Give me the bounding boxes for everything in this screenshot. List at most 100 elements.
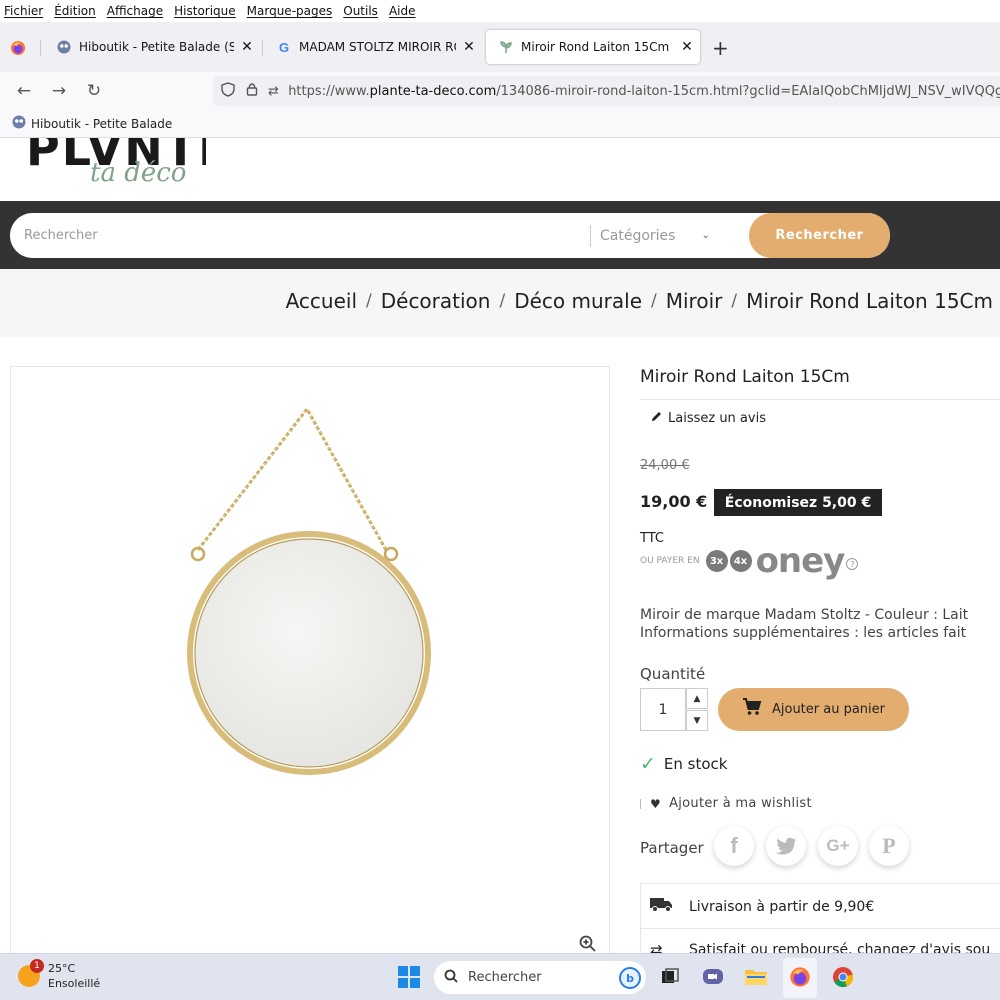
chevron-down-icon: ⌄ bbox=[701, 230, 710, 241]
facebook-share-button[interactable]: f bbox=[714, 826, 754, 866]
tax-label: TTC bbox=[640, 531, 664, 546]
twitter-share-button[interactable] bbox=[766, 826, 806, 866]
start-button[interactable] bbox=[398, 966, 420, 988]
new-tab-button[interactable]: + bbox=[712, 36, 729, 60]
quantity-increment[interactable]: ▲ bbox=[686, 688, 708, 709]
search-button[interactable]: Rechercher bbox=[749, 213, 890, 258]
tab-title: MADAM STOLTZ MIROIR ROND LA bbox=[299, 40, 456, 54]
tab-hiboutik[interactable]: Hiboutik - Petite Balade (Stock ✕ bbox=[44, 30, 260, 64]
firefox-taskbar-button[interactable] bbox=[788, 965, 812, 989]
tab-bar: Hiboutik - Petite Balade (Stock ✕ G MADA… bbox=[0, 22, 1000, 72]
menu-affichage[interactable]: Affichage bbox=[107, 4, 163, 18]
breadcrumb-miroir[interactable]: Miroir bbox=[666, 289, 723, 313]
weather-widget[interactable]: 1 25°C Ensoleillé bbox=[18, 959, 100, 991]
leave-review-link[interactable]: Laissez un avis bbox=[650, 410, 766, 427]
product-image bbox=[187, 406, 431, 775]
menu-aide[interactable]: Aide bbox=[389, 4, 416, 18]
add-to-cart-label: Ajouter au panier bbox=[771, 702, 886, 717]
quantity-decrement[interactable]: ▼ bbox=[686, 710, 708, 731]
firefox-view-button[interactable] bbox=[8, 38, 28, 58]
breadcrumb-deco-murale[interactable]: Déco murale bbox=[514, 289, 642, 313]
tab-miroir-rond[interactable]: Miroir Rond Laiton 15Cm ✕ bbox=[486, 30, 700, 64]
notification-badge: 1 bbox=[30, 959, 44, 973]
wishlist-link[interactable]: ♥ Ajouter à ma wishlist bbox=[640, 796, 812, 811]
breadcrumb-accueil[interactable]: Accueil bbox=[286, 289, 357, 313]
close-icon[interactable]: ✕ bbox=[456, 39, 482, 55]
bookmarks-toolbar: Hiboutik - Petite Balade bbox=[0, 110, 1000, 138]
review-label: Laissez un avis bbox=[668, 411, 766, 426]
teams-chat-button[interactable] bbox=[701, 965, 725, 989]
chrome-taskbar-button[interactable] bbox=[831, 965, 855, 989]
sun-icon: 1 bbox=[18, 959, 44, 987]
arrow-left-icon: ← bbox=[16, 81, 32, 101]
tab-title: Hiboutik - Petite Balade (Stock bbox=[79, 40, 234, 54]
truck-icon bbox=[650, 896, 674, 917]
weather-text: 25°C Ensoleillé bbox=[48, 961, 100, 991]
breadcrumb-separator: / bbox=[731, 291, 738, 311]
chevron-down-icon: ▼ bbox=[693, 715, 701, 726]
cart-icon bbox=[742, 698, 762, 721]
oney-3x-badge: 3x bbox=[705, 550, 728, 572]
task-view-button[interactable] bbox=[658, 965, 682, 989]
taskbar-search[interactable]: Rechercher b bbox=[434, 961, 646, 994]
permissions-icon[interactable]: ⇄ bbox=[262, 84, 285, 99]
close-icon[interactable]: ✕ bbox=[234, 39, 260, 55]
category-select[interactable]: Catégories ⌄ bbox=[600, 213, 740, 258]
wishlist-label: Ajouter à ma wishlist bbox=[669, 796, 812, 811]
product-image-frame[interactable] bbox=[10, 366, 610, 966]
menu-fichier[interactable]: Fichier bbox=[4, 4, 43, 18]
search-icon bbox=[444, 969, 458, 987]
discount-badge: Économisez 5,00 € bbox=[714, 489, 882, 516]
menu-bar: Fichier Édition Affichage Historique Mar… bbox=[0, 0, 1000, 22]
site-logo[interactable]: PLVNTE ta déco bbox=[26, 138, 206, 198]
shield-icon[interactable] bbox=[213, 81, 242, 101]
add-to-cart-button[interactable]: Ajouter au panier bbox=[718, 688, 909, 731]
help-icon[interactable]: ? bbox=[846, 558, 859, 570]
close-icon[interactable]: ✕ bbox=[674, 39, 700, 55]
divider bbox=[590, 225, 591, 247]
menu-historique[interactable]: Historique bbox=[174, 4, 236, 18]
menu-edition[interactable]: Édition bbox=[54, 4, 96, 18]
breadcrumb-band: Accueil / Décoration / Déco murale / Mir… bbox=[0, 269, 1000, 337]
forward-button[interactable]: → bbox=[47, 79, 71, 103]
share-label: Partager bbox=[640, 839, 704, 857]
pinterest-share-button[interactable]: P bbox=[869, 826, 909, 866]
description-line: Informations supplémentaires : les artic… bbox=[640, 625, 967, 641]
menu-outils[interactable]: Outils bbox=[343, 4, 378, 18]
windows-logo-icon bbox=[398, 966, 408, 976]
breadcrumb-current: Miroir Rond Laiton 15Cm bbox=[746, 289, 993, 313]
oney-logo: oney bbox=[755, 541, 846, 581]
google-plus-share-button[interactable]: G+ bbox=[818, 826, 858, 866]
bing-icon[interactable]: b bbox=[619, 967, 641, 989]
owl-icon bbox=[56, 39, 72, 55]
task-view-icon bbox=[662, 968, 679, 983]
quantity-input[interactable]: 1 bbox=[640, 688, 686, 731]
quantity-label: Quantité bbox=[640, 665, 706, 683]
tab-separator bbox=[262, 40, 263, 56]
owl-icon bbox=[12, 115, 26, 133]
back-button[interactable]: ← bbox=[12, 79, 36, 103]
old-price: 24,00 € bbox=[640, 458, 690, 473]
search-input[interactable] bbox=[24, 213, 584, 258]
menu-marque-pages[interactable]: Marque-pages bbox=[247, 4, 333, 18]
tab-separator bbox=[40, 40, 41, 56]
weather-desc: Ensoleillé bbox=[48, 977, 101, 990]
pencil-icon bbox=[650, 410, 663, 427]
breadcrumb-decoration[interactable]: Décoration bbox=[381, 289, 491, 313]
divider bbox=[640, 928, 1000, 929]
breadcrumb: Accueil / Décoration / Déco murale / Mir… bbox=[286, 289, 993, 313]
lock-icon[interactable] bbox=[242, 82, 262, 100]
check-icon: ✓ bbox=[640, 753, 656, 775]
facebook-icon: f bbox=[730, 833, 738, 858]
chat-icon bbox=[703, 969, 723, 984]
firefox-icon bbox=[11, 41, 25, 55]
bookmark-hiboutik[interactable]: Hiboutik - Petite Balade bbox=[31, 117, 172, 131]
product-description: Miroir de marque Madam Stoltz - Couleur … bbox=[640, 606, 1000, 642]
url-bar[interactable]: ⇄ https://www.plante-ta-deco.com/134086-… bbox=[213, 76, 1000, 106]
pinterest-icon: P bbox=[882, 833, 896, 858]
oney-payment-widget[interactable]: OU PAYER EN 3x 4x oney ? bbox=[640, 541, 859, 581]
tab-madam-stoltz[interactable]: G MADAM STOLTZ MIROIR ROND LA ✕ bbox=[264, 30, 482, 64]
reload-button[interactable]: ↻ bbox=[82, 79, 106, 103]
navigation-bar: ← → ↻ ⇄ https://www.plante-ta-deco.com/1… bbox=[0, 72, 1000, 110]
file-explorer-button[interactable] bbox=[744, 965, 768, 989]
